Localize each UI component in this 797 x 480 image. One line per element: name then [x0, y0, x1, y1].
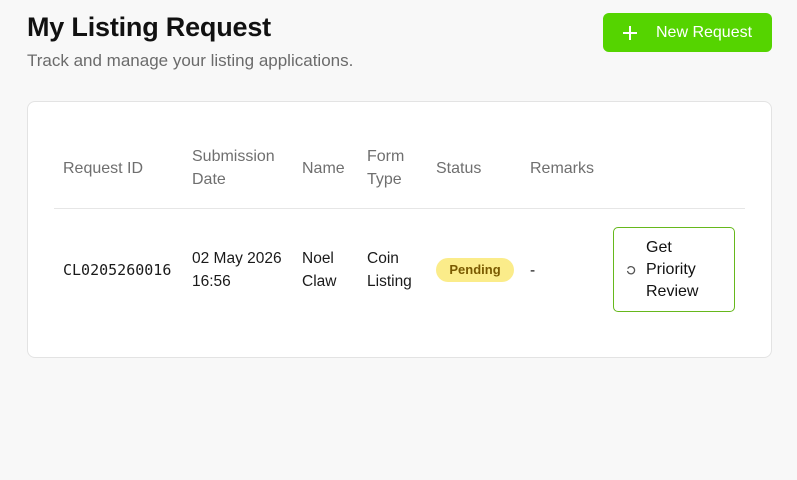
column-header-request-id: Request ID	[63, 160, 144, 177]
submission-date-cell: 02 May 2026 16:56	[192, 250, 282, 290]
request-id-cell: CL0205260016	[63, 261, 172, 279]
new-request-button[interactable]: New Request	[603, 13, 772, 52]
column-header-form-type: Form Type	[367, 148, 405, 188]
name-cell: Noel Claw	[302, 250, 337, 290]
loading-spinner-icon	[626, 266, 636, 275]
new-request-label: New Request	[656, 23, 753, 41]
column-header-status: Status	[436, 160, 482, 177]
form-type-cell: Coin Listing	[367, 250, 412, 290]
remarks-cell: -	[530, 262, 536, 279]
column-header-name: Name	[302, 160, 345, 177]
requests-table-card: Request ID Submission Date Name Form Typ…	[27, 101, 772, 358]
get-priority-review-button[interactable]: Get Priority Review	[613, 227, 735, 312]
plus-icon	[623, 25, 637, 40]
page-subtitle: Track and manage your listing applicatio…	[27, 51, 354, 70]
column-header-remarks: Remarks	[530, 160, 595, 177]
table-divider	[54, 208, 745, 209]
page-title: My Listing Request	[27, 12, 271, 42]
status-badge: Pending	[436, 258, 514, 282]
get-priority-review-label: Get Priority Review	[646, 239, 699, 300]
column-header-submission-date: Submission Date	[192, 148, 275, 188]
